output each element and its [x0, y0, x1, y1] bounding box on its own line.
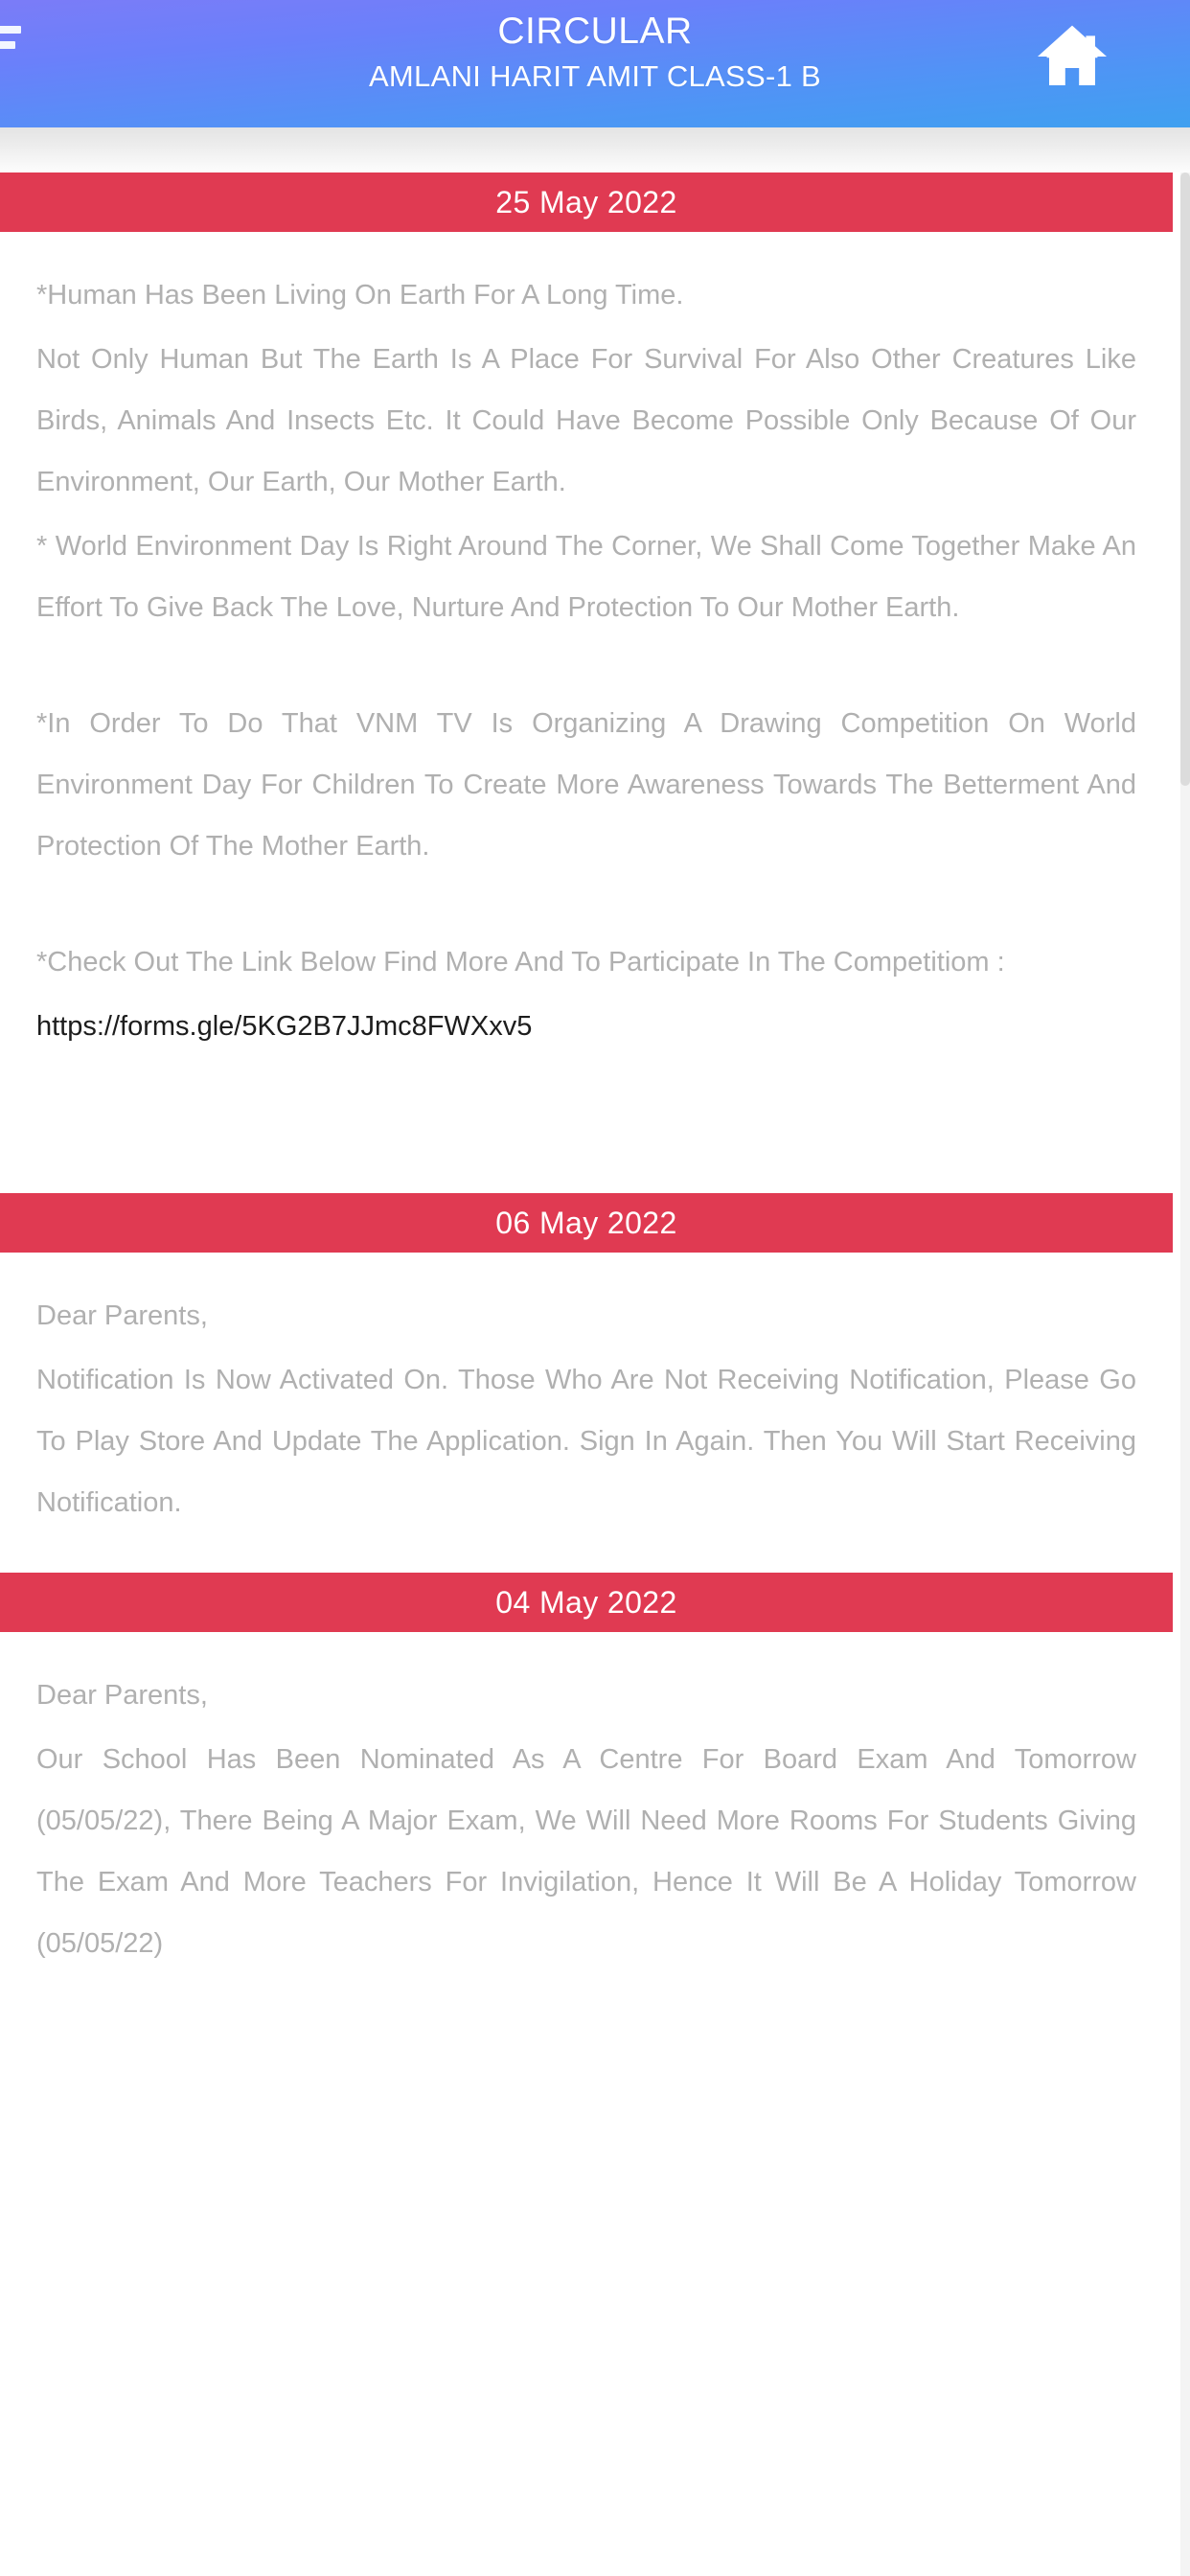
circular-list-scroll-area[interactable]: 25 May 2022 *Human Has Been Living On Ea…	[0, 127, 1190, 2576]
circular-paragraph: Dear Parents,	[36, 1680, 208, 1711]
circular-card: 25 May 2022 *Human Has Been Living On Ea…	[0, 172, 1190, 1193]
app-bar-titles: CIRCULAR AMLANI HARIT AMIT CLASS-1 B	[231, 0, 959, 98]
circular-body: Dear Parents, Our School Has Been Nomina…	[0, 1632, 1173, 1996]
circular-body: Dear Parents, Notification Is Now Activa…	[0, 1253, 1173, 1555]
circular-card: 04 May 2022 Dear Parents, Our School Has…	[0, 1573, 1190, 1996]
circular-card: 06 May 2022 Dear Parents, Notification I…	[0, 1193, 1190, 1573]
circular-link[interactable]: https://forms.gle/5KG2B7JJmc8FWXxv5	[36, 996, 1136, 1057]
circular-paragraph: Notification Is Now Activated On. Those …	[36, 1365, 1136, 1518]
list-top-shadow	[0, 127, 1190, 172]
circular-paragraph: *In Order To Do That VNM TV Is Organizin…	[36, 708, 1136, 862]
circular-date-header: 04 May 2022	[0, 1573, 1173, 1632]
circular-paragraph: * World Environment Day Is Right Around …	[36, 531, 1136, 623]
page-title: CIRCULAR	[497, 11, 693, 52]
hamburger-bar-1	[0, 26, 21, 34]
circular-card-spacer	[0, 1076, 1190, 1193]
home-button[interactable]	[1029, 17, 1115, 96]
circular-date-header: 06 May 2022	[0, 1193, 1173, 1253]
circular-date: 04 May 2022	[495, 1584, 677, 1620]
hamburger-menu-icon[interactable]	[0, 26, 21, 64]
home-icon	[1035, 22, 1110, 91]
circular-date-header: 25 May 2022	[0, 172, 1173, 232]
circular-date: 06 May 2022	[495, 1205, 677, 1240]
hamburger-bar-2	[0, 41, 15, 49]
circular-body: *Human Has Been Living On Earth For A Lo…	[0, 232, 1173, 1076]
circular-paragraph: *Check Out The Link Below Find More And …	[36, 947, 1005, 978]
app-bar: CIRCULAR AMLANI HARIT AMIT CLASS-1 B	[0, 0, 1190, 127]
circular-paragraph: Not Only Human But The Earth Is A Place …	[36, 344, 1136, 497]
circular-date: 25 May 2022	[495, 184, 677, 219]
scrollbar-thumb[interactable]	[1180, 172, 1190, 786]
page-subtitle: AMLANI HARIT AMIT CLASS-1 B	[368, 59, 822, 93]
circular-paragraph: *Human Has Been Living On Earth For A Lo…	[36, 280, 684, 310]
circular-card-spacer	[0, 1555, 1190, 1573]
circular-paragraph: Dear Parents,	[36, 1300, 208, 1331]
circular-paragraph: Our School Has Been Nominated As A Centr…	[36, 1744, 1136, 1959]
